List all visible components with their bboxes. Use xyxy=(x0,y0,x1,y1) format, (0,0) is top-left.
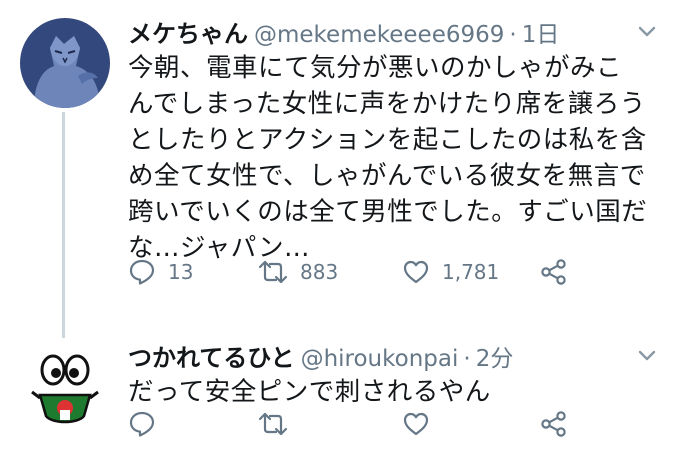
like-icon xyxy=(403,412,429,436)
timestamp[interactable]: 1日 xyxy=(522,15,560,49)
display-name[interactable]: つかれてるひと xyxy=(128,338,295,373)
like-button[interactable]: 1,781 xyxy=(402,257,499,287)
share-button[interactable] xyxy=(540,409,568,439)
reply-button[interactable] xyxy=(128,409,168,439)
reply-icon xyxy=(129,411,155,437)
reply-count: 13 xyxy=(168,260,194,284)
tweet: つかれてるひと @hiroukonpai · 2分 だって安全ピンで刺されるやん xyxy=(128,338,660,437)
reply-icon xyxy=(129,259,155,285)
user-handle[interactable]: @mekemekeeee6969 xyxy=(254,22,504,48)
retweet-count: 883 xyxy=(300,260,339,284)
tweet-header: つかれてるひと @hiroukonpai · 2分 xyxy=(128,338,660,374)
share-icon xyxy=(541,411,566,437)
thread-connector-line xyxy=(62,112,65,338)
timestamp[interactable]: 2分 xyxy=(476,339,514,373)
tweet-text: 今朝、電車にて気分が悪いのかしゃがみこんでしまった女性に声をかけたり席を譲ろうと… xyxy=(128,53,648,263)
caret-down-icon[interactable] xyxy=(636,348,658,364)
retweet-button[interactable] xyxy=(258,409,300,439)
reply-button[interactable]: 13 xyxy=(128,257,193,287)
user-handle[interactable]: @hiroukonpai xyxy=(301,346,459,372)
avatar[interactable] xyxy=(20,18,110,108)
retweet-icon xyxy=(258,412,288,436)
separator-dot: · xyxy=(463,346,471,372)
tweet-header: メケちゃん @mekemekeeee6969 · 1日 xyxy=(128,14,660,50)
avatar-illustration xyxy=(20,18,110,108)
share-icon xyxy=(541,259,566,285)
avatar[interactable] xyxy=(20,340,110,430)
tweet: メケちゃん @mekemekeeee6969 · 1日 今朝、電車にて気分が悪い… xyxy=(128,14,660,285)
share-button[interactable] xyxy=(540,257,568,287)
like-count: 1,781 xyxy=(442,260,500,284)
separator-dot: · xyxy=(509,22,517,48)
display-name[interactable]: メケちゃん xyxy=(128,14,248,49)
like-button[interactable] xyxy=(402,409,442,439)
caret-down-icon[interactable] xyxy=(636,24,658,40)
retweet-button[interactable]: 883 xyxy=(258,257,338,287)
retweet-icon xyxy=(258,260,288,284)
like-icon xyxy=(403,260,429,284)
avatar-illustration xyxy=(20,340,110,430)
tweet-text: だって安全ピンで刺されるやん xyxy=(128,377,491,407)
